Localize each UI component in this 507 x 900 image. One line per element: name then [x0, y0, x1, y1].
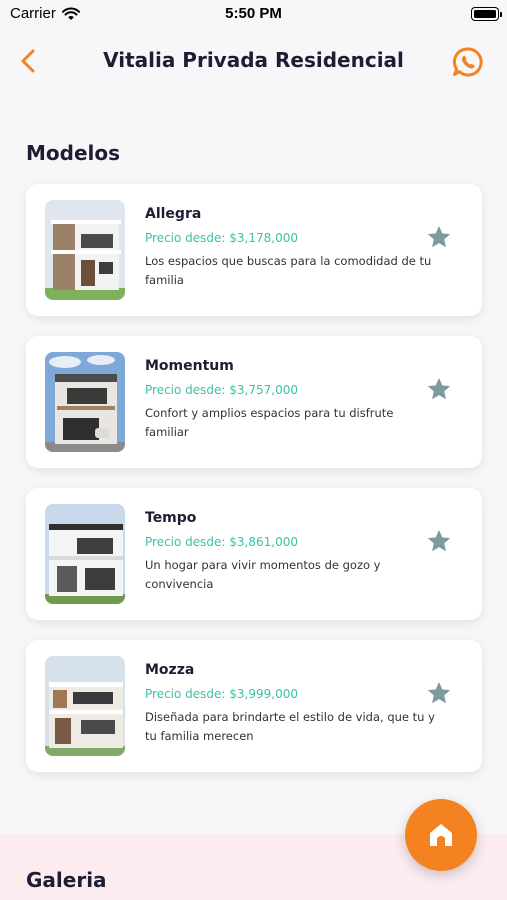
model-name: Mozza	[145, 662, 195, 678]
model-card-mozza[interactable]: Mozza Precio desde: $3,999,000 Diseñada …	[26, 640, 482, 772]
chevron-left-icon	[21, 49, 35, 73]
model-name: Tempo	[145, 510, 197, 526]
model-name: Momentum	[145, 358, 234, 374]
back-button[interactable]	[14, 46, 44, 76]
model-price: Precio desde: $3,178,000	[145, 231, 298, 245]
section-title-galeria: Galeria	[26, 868, 107, 892]
model-thumbnail	[45, 200, 125, 300]
star-icon	[427, 681, 451, 704]
model-thumbnail	[45, 656, 125, 756]
model-card-allegra[interactable]: Allegra Precio desde: $3,178,000 Los esp…	[26, 184, 482, 316]
status-bar: Carrier 5:50 PM	[0, 0, 507, 28]
model-description: Los espacios que buscas para la comodida…	[145, 254, 432, 287]
model-card-tempo[interactable]: Tempo Precio desde: $3,861,000 Un hogar …	[26, 488, 482, 620]
favorite-button[interactable]	[426, 528, 452, 554]
header: Vitalia Privada Residencial	[0, 38, 507, 86]
status-time: 5:50 PM	[225, 5, 282, 22]
star-icon	[427, 377, 451, 400]
star-icon	[427, 225, 451, 248]
favorite-button[interactable]	[426, 376, 452, 402]
model-description: Confort y amplios espacios para tu disfr…	[145, 406, 394, 439]
page-title: Vitalia Privada Residencial	[103, 48, 404, 72]
star-icon	[427, 529, 451, 552]
status-right	[471, 5, 502, 21]
favorite-button[interactable]	[426, 680, 452, 706]
model-thumbnail	[45, 352, 125, 452]
model-description: Diseñada para brindarte el estilo de vid…	[145, 710, 435, 743]
model-price: Precio desde: $3,861,000	[145, 535, 298, 549]
home-fab-button[interactable]	[405, 799, 477, 871]
model-name: Allegra	[145, 206, 202, 222]
whatsapp-button[interactable]	[451, 45, 485, 79]
model-thumbnail	[45, 504, 125, 604]
section-title-modelos: Modelos	[26, 141, 121, 165]
favorite-button[interactable]	[426, 224, 452, 250]
battery-icon	[471, 7, 502, 21]
model-description: Un hogar para vivir momentos de gozo y c…	[145, 558, 381, 591]
model-price: Precio desde: $3,757,000	[145, 383, 298, 397]
model-price: Precio desde: $3,999,000	[145, 687, 298, 701]
home-icon	[430, 824, 452, 846]
model-card-momentum[interactable]: Momentum Precio desde: $3,757,000 Confor…	[26, 336, 482, 468]
whatsapp-icon	[452, 47, 483, 77]
model-list: Allegra Precio desde: $3,178,000 Los esp…	[26, 184, 482, 792]
